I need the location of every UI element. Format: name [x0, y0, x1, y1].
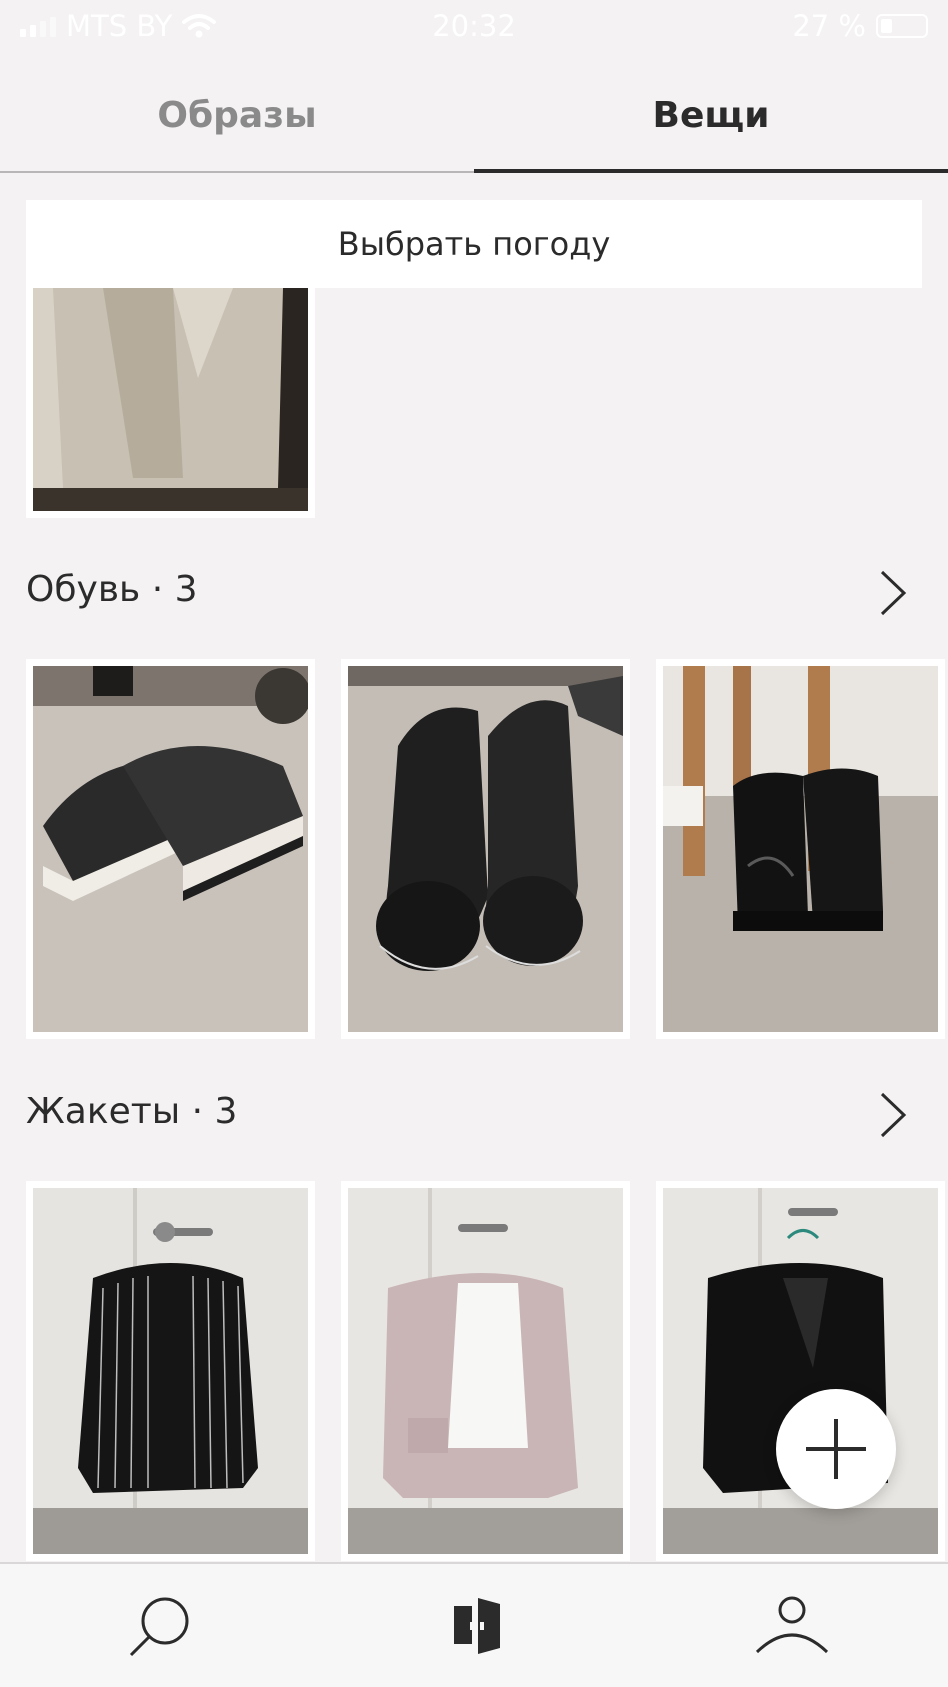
- item-photo-sneakers: [33, 666, 308, 1032]
- search-icon: [129, 1597, 189, 1657]
- item-photo-striped-blazer: [33, 1188, 308, 1554]
- segment-tabs: Образы Вещи: [0, 60, 948, 173]
- chevron-right-icon[interactable]: [878, 569, 908, 617]
- battery-icon: [876, 14, 928, 38]
- status-bar: MTS BY 20:32 27 %: [0, 0, 948, 52]
- plus-icon: [806, 1419, 866, 1479]
- item-card-coat[interactable]: [26, 288, 315, 518]
- chevron-right-icon[interactable]: [878, 1091, 908, 1139]
- tab-looks[interactable]: Образы: [0, 60, 474, 170]
- nav-profile[interactable]: [747, 1586, 837, 1666]
- item-photo-pink-blazer: [348, 1188, 623, 1554]
- item-photo-black-blazer: [663, 1188, 938, 1554]
- item-photo-leather-boots: [348, 666, 623, 1032]
- bottom-nav: [0, 1562, 948, 1687]
- battery-group: 27 %: [792, 9, 928, 43]
- battery-percent: 27 %: [792, 9, 866, 43]
- item-card-sneakers[interactable]: [26, 659, 315, 1039]
- section-title-jackets: Жакеты · 3: [26, 1091, 238, 1132]
- item-photo-coat: [33, 288, 308, 511]
- profile-icon: [755, 1596, 829, 1654]
- item-card-striped-blazer[interactable]: [26, 1181, 315, 1561]
- section-title-shoes: Обувь · 3: [26, 569, 198, 610]
- tab-items[interactable]: Вещи: [474, 60, 948, 170]
- tab-active-indicator: [474, 169, 948, 173]
- add-item-button[interactable]: [776, 1389, 896, 1509]
- item-card-patent-boots[interactable]: [656, 659, 945, 1039]
- choose-weather-button[interactable]: Выбрать погоду: [26, 200, 922, 288]
- wardrobe-icon: [454, 1598, 500, 1654]
- item-card-pink-blazer[interactable]: [341, 1181, 630, 1561]
- item-card-leather-boots[interactable]: [341, 659, 630, 1039]
- item-photo-patent-boots: [663, 666, 938, 1032]
- nav-wardrobe[interactable]: [432, 1586, 522, 1666]
- nav-search[interactable]: [115, 1586, 205, 1666]
- item-card-black-blazer[interactable]: [656, 1181, 945, 1561]
